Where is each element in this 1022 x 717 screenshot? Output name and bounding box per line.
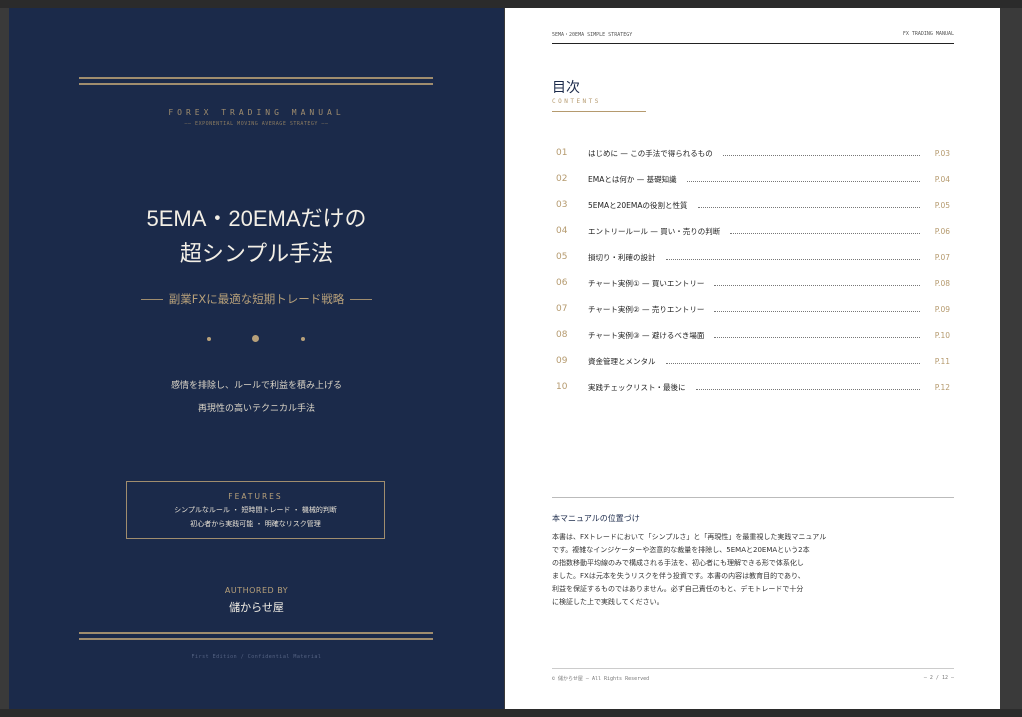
cover-tagline: 副業FXに最適な短期トレード戦略 [168, 292, 345, 306]
toc-entry[interactable]: 05 損切り・利確の設計 P.07 [556, 244, 950, 270]
toc-entry-title: はじめに — この手法で得られるもの [588, 148, 713, 158]
toc-entry[interactable]: 10 実践チェックリスト・最後に P.12 [556, 374, 950, 400]
toc-subtitle: CONTENTS [552, 98, 601, 105]
toc-entry-title: EMAとは何か — 基礎知識 [588, 174, 677, 184]
toc-entry-page: P.09 [934, 304, 950, 314]
cover-page: FOREX TRADING MANUAL —— EXPONENTIAL MOVI… [9, 8, 504, 709]
toc-entry[interactable]: 06 チャート実例① — 買いエントリー P.08 [556, 270, 950, 296]
cover-title-line1: 5EMA・20EMAだけの [146, 206, 367, 231]
toc-entry-number: 05 [556, 252, 568, 262]
positioning-line: ました。FXは元本を失うリスクを伴う投資です。本書の内容は教育目的であり、 [552, 572, 805, 580]
positioning-line: 本書は、FXトレードにおいて「シンプルさ」と「再現性」を最重視した実践マニュアル [552, 533, 827, 541]
toc-leader-dots [722, 154, 920, 156]
cover-kicker-sub: —— EXPONENTIAL MOVING AVERAGE STRATEGY —… [184, 121, 329, 127]
toc-leader-dots [730, 232, 920, 234]
toc-entry-page: P.03 [934, 148, 950, 158]
toc-entry-title: 資金管理とメンタル [588, 356, 656, 366]
cover-tagline-row: 副業FXに最適な短期トレード戦略 [9, 291, 504, 307]
positioning-line: に検証した上で実践してください。 [552, 598, 664, 606]
toc-entry[interactable]: 07 チャート実例② — 売りエントリー P.09 [556, 296, 950, 322]
toc-entry-title: 損切り・利確の設計 [588, 252, 656, 262]
toc-entry-number: 10 [556, 382, 568, 392]
toc-entry-number: 08 [556, 330, 568, 340]
cover-top-rule [79, 77, 433, 79]
positioning-body: 本書は、FXトレードにおいて「シンプルさ」と「再現性」を最重視した実践マニュアル… [552, 532, 872, 610]
toc-leader-dots [714, 284, 920, 286]
toc-leader-dots [665, 258, 920, 260]
toc-entry[interactable]: 02 EMAとは何か — 基礎知識 P.04 [556, 166, 950, 192]
positioning-line: の指数移動平均線のみで構成される手法を、初心者にも理解できる形で体系化し [552, 559, 804, 567]
toc-entry-page: P.08 [934, 278, 950, 288]
toc-entry-page: P.11 [934, 356, 950, 366]
tagline-rule [350, 298, 373, 300]
cover-desc-line2: 再現性の高いテクニカル手法 [197, 404, 315, 414]
toc-list: 01 はじめに — この手法で得られるもの P.03 02 EMAとは何か — … [556, 140, 950, 400]
toc-entry-title: エントリールール — 買い・売りの判断 [588, 226, 721, 236]
toc-entry[interactable]: 01 はじめに — この手法で得られるもの P.03 [556, 140, 950, 166]
tagline-rule [140, 298, 163, 300]
toc-entry-title: チャート実例① — 買いエントリー [588, 278, 705, 288]
page-number: — 2 / 12 — [923, 675, 954, 681]
toc-leader-dots [714, 336, 920, 338]
toc-entry-title: チャート実例③ — 避けるべき場面 [588, 330, 705, 340]
cover-kicker: FOREX TRADING MANUAL [168, 108, 345, 117]
toc-entry-number: 01 [556, 148, 568, 158]
page-footer-copyright: © 儲からせ屋 — All Rights Reserved [552, 676, 650, 682]
cover-top-rule [79, 83, 433, 85]
toc-entry[interactable]: 08 チャート実例③ — 避けるべき場面 P.10 [556, 322, 950, 348]
running-head: 5EMA・20EMA SIMPLE STRATEGY FX TRADING MA… [552, 31, 954, 44]
toc-entry-page: P.04 [934, 174, 950, 184]
cover-title-line2: 超シンプル手法 [179, 241, 334, 266]
toc-entry-page: P.07 [934, 252, 950, 262]
toc-entry-number: 02 [556, 174, 568, 184]
viewer-bottom-bar [0, 709, 1022, 717]
toc-leader-dots [714, 310, 920, 312]
viewer-top-bar [0, 0, 1022, 8]
ornament-dot [207, 337, 211, 341]
toc-entry-page: P.12 [934, 382, 950, 392]
features-line1: シンプルなルール ・ 短時間トレード ・ 機械的判断 [174, 506, 337, 514]
toc-leader-dots [697, 206, 920, 208]
running-head-right: FX TRADING MANUAL [902, 31, 954, 37]
toc-entry-number: 07 [556, 304, 568, 314]
toc-entry-page: P.06 [934, 226, 950, 236]
cover-desc-line1: 感情を排除し、ルールで利益を積み上げる [170, 381, 342, 391]
toc-entry-number: 09 [556, 356, 568, 366]
toc-entry-page: P.05 [934, 200, 950, 210]
features-box: FEATURES シンプルなルール ・ 短時間トレード ・ 機械的判断 初心者か… [126, 481, 385, 539]
authored-by-label: AUTHORED BY [224, 586, 289, 595]
toc-entry[interactable]: 09 資金管理とメンタル P.11 [556, 348, 950, 374]
ornament-dot-large [252, 335, 259, 342]
toc-page: 5EMA・20EMA SIMPLE STRATEGY FX TRADING MA… [505, 8, 1000, 709]
features-heading: FEATURES [228, 492, 283, 501]
toc-entry-page: P.10 [934, 330, 950, 340]
page-footer-rule [552, 668, 954, 669]
toc-entry[interactable]: 03 5EMAと20EMAの役割と性質 P.05 [556, 192, 950, 218]
toc-title: 目次 [552, 80, 580, 96]
toc-entry-title: 実践チェックリスト・最後に [588, 382, 686, 392]
toc-entry-number: 06 [556, 278, 568, 288]
toc-leader-dots [665, 362, 920, 364]
toc-leader-dots [686, 180, 920, 182]
toc-entry-number: 04 [556, 226, 568, 236]
toc-entry-number: 03 [556, 200, 568, 210]
cover-bottom-rule [79, 638, 433, 640]
toc-entry[interactable]: 04 エントリールール — 買い・売りの判断 P.06 [556, 218, 950, 244]
cover-footer: First Edition / Confidential Material [191, 654, 322, 660]
running-head-left: 5EMA・20EMA SIMPLE STRATEGY [552, 32, 633, 38]
author-name: 儲からせ屋 [229, 601, 284, 614]
toc-entry-title: チャート実例② — 売りエントリー [588, 304, 705, 314]
positioning-line: です。複雑なインジケーターや恣意的な裁量を排除し、5EMAと20EMAという2本 [552, 546, 810, 554]
ornament-dot [301, 337, 305, 341]
toc-entry-title: 5EMAと20EMAの役割と性質 [588, 200, 688, 210]
positioning-line: 利益を保証するものではありません。必ず自己責任のもと、デモトレードで十分 [552, 585, 804, 593]
toc-title-underline [552, 111, 646, 112]
cover-bottom-rule [79, 632, 433, 634]
toc-leader-dots [695, 388, 920, 390]
positioning-heading: 本マニュアルの位置づけ [552, 514, 640, 523]
features-line2: 初心者から実践可能 ・ 明確なリスク管理 [190, 520, 321, 528]
positioning-divider [552, 497, 954, 498]
